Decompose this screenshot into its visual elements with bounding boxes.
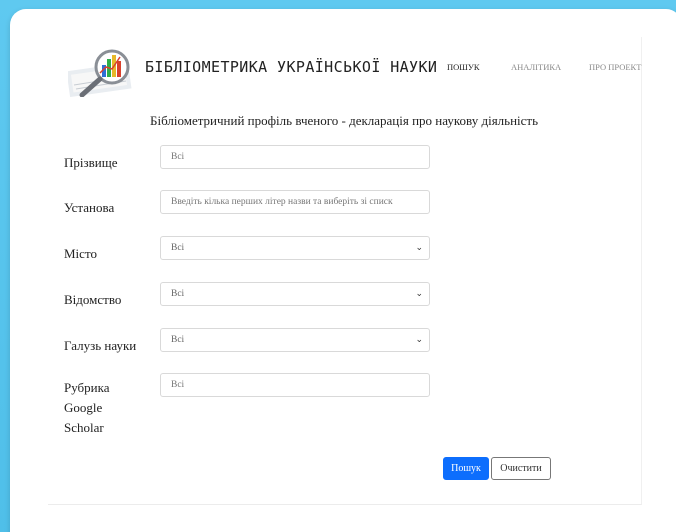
science-field-select-value: Всі [171,335,185,345]
rubric-label-line: Scholar [64,420,104,435]
site-title: БІБЛІОМЕТРИКА УКРАЇНСЬКОЇ НАУКИ [145,58,438,76]
city-label: Місто [64,246,97,261]
city-select-value: Всі [171,243,185,253]
rubric-label-line: Google [64,400,103,415]
clear-button[interactable]: Очистити [491,457,551,480]
surname-label: Прізвище [64,155,118,170]
surname-input-value: Всі [171,152,185,162]
rubric-input[interactable]: Всі [160,373,430,397]
chevron-down-icon: ⌄ [415,335,423,345]
surname-input[interactable]: Всі [160,145,430,169]
nav-about[interactable]: ПРО ПРОЕКТ [589,62,641,72]
magnifier-chart-logo-icon [68,49,132,97]
science-field-label: Галузь науки [64,338,137,353]
institution-label: Установа [64,200,115,215]
page-title: Бібліометричний профіль вченого - деклар… [150,113,539,128]
institution-input-placeholder: Введіть кілька перших літер назви та виб… [171,197,393,207]
chevron-down-icon: ⌄ [415,243,423,253]
department-select[interactable]: Всі ⌄ [160,282,430,306]
app-window: БІБЛІОМЕТРИКА УКРАЇНСЬКОЇ НАУКИ ПОШУК АН… [10,9,676,532]
rubric-input-value: Всі [171,380,185,390]
search-button[interactable]: Пошук [443,457,489,480]
science-field-select[interactable]: Всі ⌄ [160,328,430,352]
nav-search[interactable]: ПОШУК [447,62,480,72]
content-card: БІБЛІОМЕТРИКА УКРАЇНСЬКОЇ НАУКИ ПОШУК АН… [48,37,642,505]
rubric-label-line: Рубрика [64,380,110,395]
nav-analytics[interactable]: АНАЛІТИКА [511,62,561,72]
city-select[interactable]: Всі ⌄ [160,236,430,260]
chevron-down-icon: ⌄ [415,289,423,299]
institution-input[interactable]: Введіть кілька перших літер назви та виб… [160,190,430,214]
rubric-label: Рубрика Google Scholar [64,378,110,438]
department-label: Відомство [64,292,122,307]
department-select-value: Всі [171,289,185,299]
